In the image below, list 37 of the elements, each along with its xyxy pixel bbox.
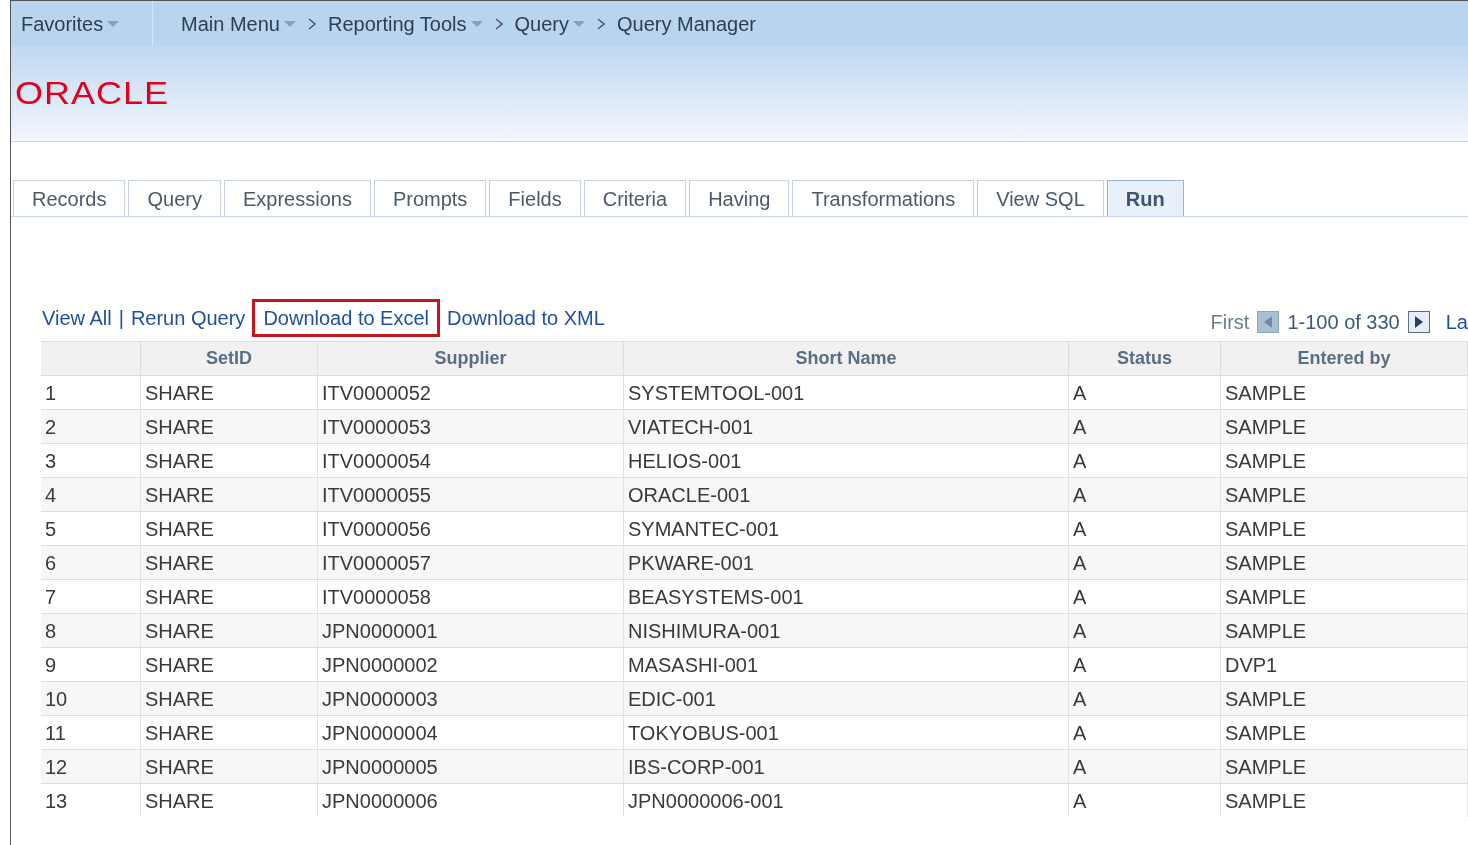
tab[interactable]: Having xyxy=(689,180,790,216)
breadcrumb-link[interactable]: Main Menu xyxy=(181,8,296,39)
table-cell: JPN0000006-001 xyxy=(624,784,1069,817)
page-range: 1-100 of 330 xyxy=(1287,310,1400,335)
tab[interactable]: Records xyxy=(13,180,126,216)
logo: ORACLE xyxy=(15,74,170,113)
breadcrumb-link[interactable]: Query xyxy=(514,8,585,39)
table-cell: A xyxy=(1069,784,1221,817)
caret-icon xyxy=(573,20,585,27)
action-link[interactable]: Download to XML xyxy=(444,300,608,336)
previous-icon xyxy=(1257,311,1280,333)
separator: | xyxy=(118,306,124,331)
tab[interactable]: Expressions xyxy=(223,180,371,216)
next-icon[interactable] xyxy=(1407,311,1430,333)
tab[interactable]: Criteria xyxy=(583,180,687,216)
tab[interactable]: View SQL xyxy=(977,180,1104,216)
action-link[interactable]: Rerun Query xyxy=(127,300,249,336)
caret-icon xyxy=(470,20,483,27)
action-link[interactable]: View All xyxy=(39,300,115,336)
caret-icon xyxy=(283,20,296,27)
caret-icon xyxy=(107,20,120,27)
table-cell: SAMPLE xyxy=(1221,784,1468,817)
tab[interactable]: Query xyxy=(128,180,221,216)
chevron-icon xyxy=(307,17,316,30)
chevron-icon xyxy=(597,17,605,30)
tab[interactable]: Prompts xyxy=(373,180,487,216)
table-cell: JPN0000006 xyxy=(318,784,624,817)
breadcrumb-link[interactable]: Reporting Tools xyxy=(327,8,483,39)
last-link[interactable]: La xyxy=(1445,307,1468,337)
tab[interactable]: Transformations xyxy=(792,180,975,216)
chevron-icon xyxy=(494,17,503,30)
breadcrumb-link[interactable]: Query Manager xyxy=(617,8,756,39)
action-link[interactable]: Download to Excel xyxy=(252,299,441,337)
table-cell: 13 xyxy=(41,784,141,817)
tab[interactable]: Run xyxy=(1106,180,1184,216)
tab[interactable]: Fields xyxy=(489,180,581,216)
table-cell: SHARE xyxy=(141,784,318,817)
